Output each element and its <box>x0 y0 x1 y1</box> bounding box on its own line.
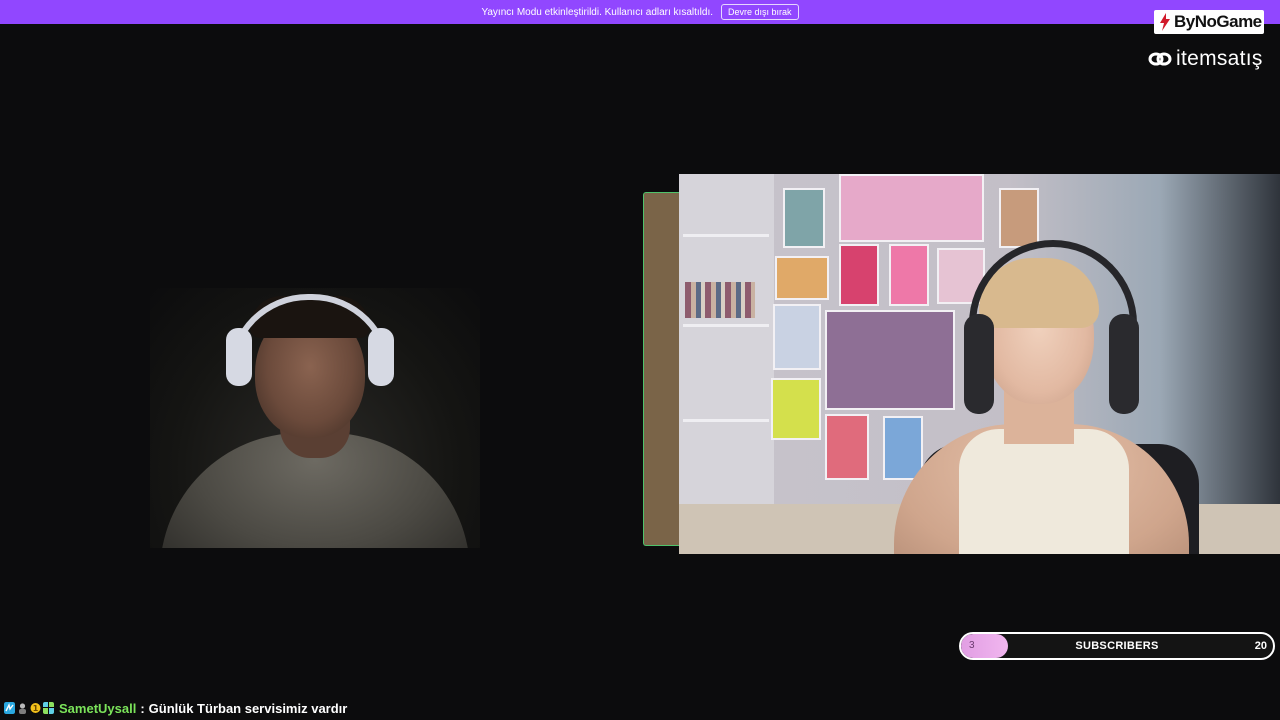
guest-webcam-right <box>679 174 1280 554</box>
subscriber-badge-icon <box>43 702 54 714</box>
itemsatis-mark-icon <box>1148 52 1172 66</box>
headphones-cup-right <box>368 328 394 386</box>
itemsatis-logo: itemsatış <box>1148 46 1276 72</box>
streamer-webcam-left <box>150 288 480 548</box>
subscribers-label: SUBSCRIBERS <box>1075 640 1159 652</box>
wall-poster <box>783 188 825 248</box>
streamer-mode-banner: Yayıncı Modu etkinleştirildi. Kullanıcı … <box>0 0 1280 24</box>
user-badge-icon <box>19 703 26 714</box>
bynogame-logo-text: ByNoGame <box>1174 12 1262 31</box>
bynogame-logo: ByNoGame <box>1154 10 1264 34</box>
wall-poster <box>839 244 879 306</box>
wall-poster <box>773 304 821 370</box>
itemsatis-logo-text: itemsatış <box>1176 47 1263 70</box>
webcam-frame-edge <box>643 192 679 546</box>
wall-poster <box>825 310 955 410</box>
wall-poster <box>883 416 923 480</box>
shelf-row <box>683 324 769 327</box>
subscribers-goal-bar: 3 SUBSCRIBERS 20 <box>959 632 1275 660</box>
bookshelf <box>679 174 774 554</box>
wall-poster <box>771 378 821 440</box>
wall-poster <box>775 256 829 300</box>
shelf-books <box>685 282 755 318</box>
shelf-row <box>683 234 769 237</box>
wall-poster <box>839 174 984 242</box>
bynogame-mark-icon <box>1160 13 1170 31</box>
shelf-row <box>683 419 769 422</box>
chat-message: 1 SametUysall : Günlük Türban servisimiz… <box>4 698 347 718</box>
wall-poster <box>825 414 869 480</box>
wall-poster <box>889 244 929 306</box>
guest-headphones-cup-left <box>964 314 994 414</box>
prime-badge-icon <box>4 702 15 714</box>
streamer-mode-message: Yayıncı Modu etkinleştirildi. Kullanıcı … <box>481 6 714 18</box>
chat-message-text: Günlük Türban servisimiz vardır <box>148 700 348 716</box>
wall-poster <box>999 188 1039 248</box>
guest-figure-top <box>959 429 1129 554</box>
chat-username[interactable]: SametUysall <box>59 701 136 716</box>
disable-streamer-mode-button[interactable]: Devre dışı bırak <box>721 4 799 20</box>
subscribers-goal-count: 20 <box>1254 640 1267 652</box>
chat-separator: : <box>140 700 145 716</box>
headphones-cup-left <box>226 328 252 386</box>
guest-headphones-cup-right <box>1109 314 1139 414</box>
bits-badge-icon: 1 <box>30 703 41 713</box>
svg-text:1: 1 <box>33 704 39 713</box>
